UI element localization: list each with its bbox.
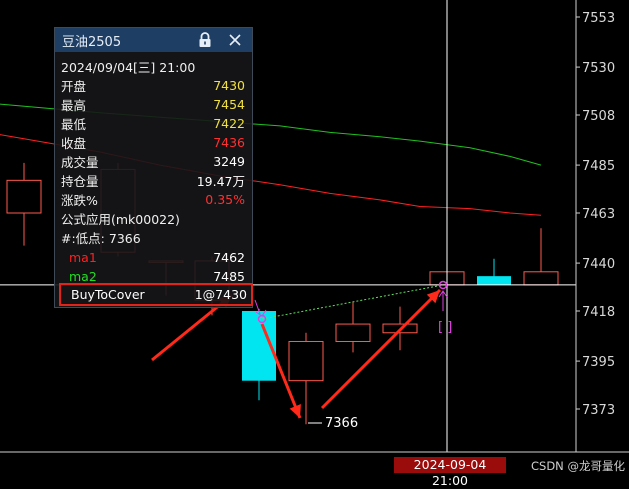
quote-label: 最高 — [61, 97, 87, 113]
candle — [477, 258, 511, 285]
y-tick-label: 7508 — [582, 109, 615, 124]
candle — [242, 308, 276, 401]
quote-row: 最低 7422 — [61, 114, 245, 132]
close-icon[interactable] — [224, 30, 246, 50]
quote-row: 开盘 7430 — [61, 76, 245, 94]
formula-row: 公式应用(mk00022) — [61, 209, 245, 227]
ma2-label: ma2 — [69, 268, 97, 284]
signal-up-arrow — [438, 290, 448, 311]
y-tick-label: 7485 — [582, 159, 615, 174]
signal-label: BuyToCover — [71, 287, 145, 302]
ma1-label: ma1 — [69, 249, 97, 265]
candle — [335, 302, 371, 353]
lowpoint-row: #:低点: 7366 — [61, 228, 245, 246]
signal-marker-label: [ ] — [438, 320, 452, 335]
quote-label: 涨跌% — [61, 192, 98, 208]
candle-body — [6, 179, 42, 214]
candle-body — [477, 276, 511, 285]
quote-value: 0.35% — [205, 191, 245, 207]
quote-value: 19.47万 — [196, 173, 245, 189]
quote-value: 7422 — [213, 115, 245, 131]
watermark: CSDN @龙哥量化 — [531, 459, 625, 473]
y-tick-label: 7395 — [582, 355, 615, 370]
crosshair-datetime: 2024-09-04 21:00 — [394, 457, 506, 488]
low-point-label: 7366 — [325, 416, 358, 431]
annotation-arrow-3 — [320, 288, 442, 410]
quote-label: 开盘 — [61, 78, 87, 94]
lowpoint-label: #:低点: 7366 — [61, 230, 141, 246]
quote-label: 成交量 — [61, 154, 99, 170]
quote-row: 最高 7454 — [61, 95, 245, 113]
y-tick-label: 7463 — [582, 207, 615, 222]
candle — [6, 162, 42, 246]
candle-body — [288, 340, 324, 382]
lock-icon[interactable] — [194, 30, 216, 50]
quote-row: 持仓量 19.47万 — [61, 171, 245, 189]
quote-value: 7430 — [213, 77, 245, 93]
candle — [523, 228, 559, 286]
quote-value: 7436 — [213, 134, 245, 150]
y-tick-label: 7373 — [582, 403, 615, 418]
quote-label: 收盘 — [61, 135, 87, 151]
quote-label: 持仓量 — [61, 173, 99, 189]
ma1-value: 7462 — [213, 249, 245, 265]
candle-body — [335, 323, 371, 342]
panel-date: 2024/09/04[三] 21:00 — [61, 57, 245, 75]
y-tick-label: 7530 — [582, 61, 615, 76]
signal-value: 1@7430 — [194, 287, 247, 302]
panel-date-text: 2024/09/04[三] 21:00 — [61, 59, 196, 75]
quote-value: 3249 — [213, 153, 245, 169]
buy-to-cover-signal[interactable]: BuyToCover 1@7430 — [59, 283, 253, 306]
quote-label: 最低 — [61, 116, 87, 132]
ma1-row: ma1 7462 — [69, 248, 245, 266]
quote-popup-panel[interactable]: 豆油2505 2024/09/04[三] 21:00 开盘 7430 最高 7454 最… — [54, 27, 253, 308]
candle-body — [523, 271, 559, 286]
y-tick-label: 7553 — [582, 11, 615, 26]
formula-label: 公式应用(mk00022) — [61, 211, 180, 227]
quote-value: 7454 — [213, 96, 245, 112]
quote-row: 涨跌% 0.35% — [61, 190, 245, 208]
quote-row: 收盘 7436 — [61, 133, 245, 151]
quote-row: 成交量 3249 — [61, 152, 245, 170]
y-tick-label: 7418 — [582, 305, 615, 320]
panel-titlebar[interactable]: 豆油2505 — [55, 28, 252, 52]
panel-title: 豆油2505 — [62, 34, 122, 50]
y-tick-label: 7440 — [582, 257, 615, 272]
ma2-value: 7485 — [213, 268, 245, 284]
